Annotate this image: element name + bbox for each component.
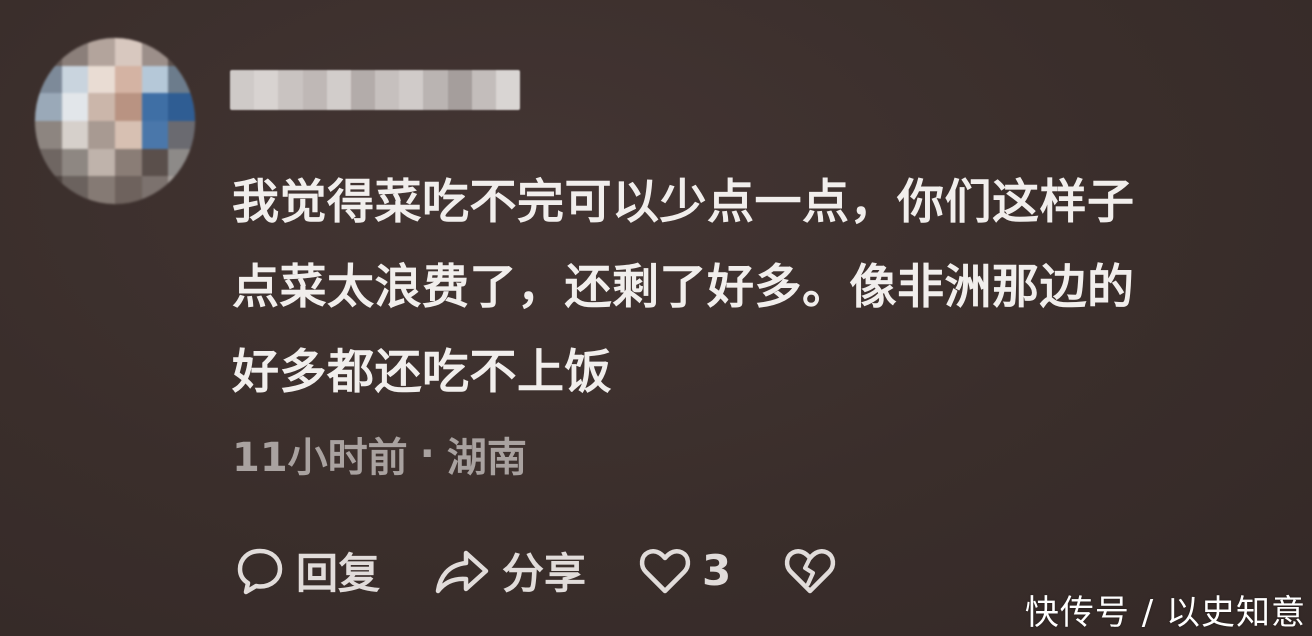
- comment-screen: 我觉得菜吃不完可以少点一点，你们这样子 点菜太浪费了，还剩了好多。像非洲那边的 …: [0, 0, 1312, 636]
- share-label: 分享: [502, 549, 587, 598]
- comment-meta: 11小时前 · 湖南: [232, 425, 527, 483]
- meta-separator: ·: [419, 431, 435, 477]
- action-bar: 回复 分享 3: [234, 540, 837, 601]
- chat-bubble-icon: [237, 548, 283, 594]
- comment-location: 湖南: [446, 435, 527, 481]
- comment-line: 好多都还吃不上饭: [232, 345, 612, 400]
- share-button[interactable]: 分享: [432, 540, 586, 601]
- like-button[interactable]: 3: [638, 546, 731, 596]
- watermark: 快传号 / 以史知意: [1024, 593, 1306, 633]
- share-arrow-icon: [435, 550, 489, 593]
- heart-icon: [639, 548, 691, 593]
- comment-line: 点菜太浪费了，还剩了好多。像非洲那边的: [232, 260, 1135, 315]
- comment-time: 11小时前: [232, 435, 408, 481]
- reply-button[interactable]: 回复: [234, 540, 380, 601]
- reply-label: 回复: [296, 549, 381, 598]
- avatar[interactable]: [35, 38, 195, 204]
- username-redacted[interactable]: [230, 70, 520, 110]
- broken-heart-icon: [785, 548, 836, 593]
- comment-text: 我觉得菜吃不完可以少点一点，你们这样子 点菜太浪费了，还剩了好多。像非洲那边的 …: [232, 160, 1232, 415]
- avatar-mosaic: [35, 38, 195, 204]
- dislike-button[interactable]: [783, 546, 837, 596]
- like-count: 3: [702, 546, 732, 595]
- comment-line: 我觉得菜吃不完可以少点一点，你们这样子: [232, 175, 1135, 230]
